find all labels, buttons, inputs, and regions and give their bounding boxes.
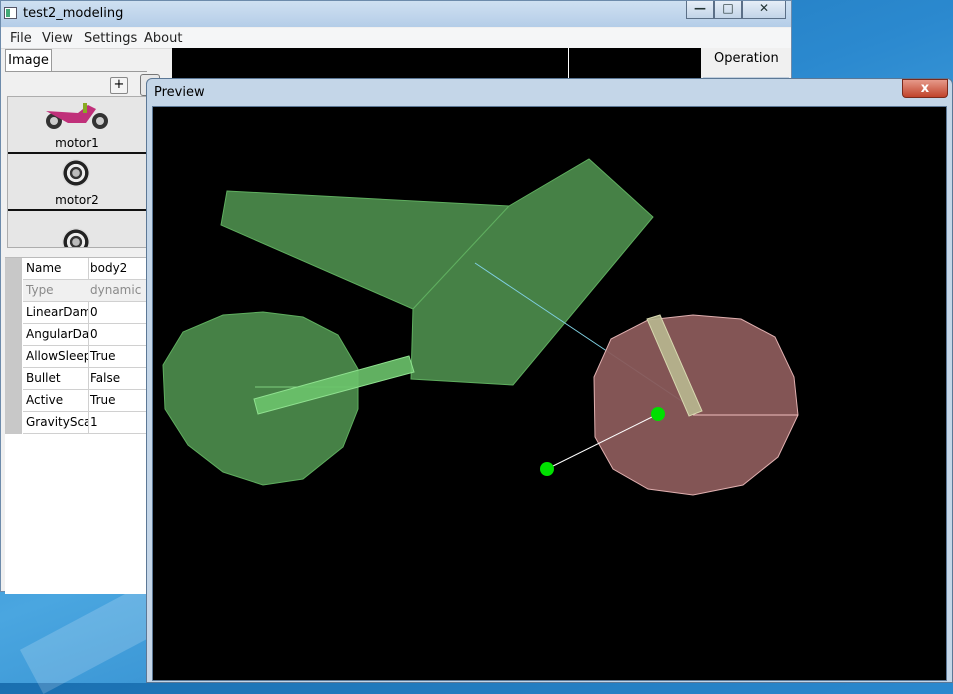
property-row[interactable]: Active True <box>5 390 150 412</box>
property-value[interactable]: 0 <box>87 302 150 324</box>
property-row[interactable]: Type dynamic <box>5 280 150 302</box>
minimize-button[interactable]: — <box>686 1 714 19</box>
image-list[interactable]: motor1 motor2 <box>7 96 147 248</box>
main-canvas[interactable] <box>172 48 702 82</box>
property-value[interactable]: True <box>87 390 150 412</box>
property-row[interactable]: Bullet False <box>5 368 150 390</box>
tab-image[interactable]: Image <box>5 49 52 72</box>
property-row[interactable]: LinearDamping0 <box>5 302 150 324</box>
property-row[interactable]: AllowSleep True <box>5 346 150 368</box>
property-value[interactable]: body2 <box>87 258 150 280</box>
menu-view[interactable]: View <box>42 31 73 46</box>
property-row[interactable]: GravityScale1 <box>5 412 150 434</box>
property-table: Namebody2 Typedynamic LinearDamping0 Ang… <box>5 257 150 594</box>
property-name: LinearDamping <box>23 302 89 324</box>
list-item-label: motor2 <box>55 193 99 207</box>
operation-label: Operation <box>714 51 779 66</box>
wheel-thumbnail-icon <box>62 159 90 187</box>
preview-canvas[interactable] <box>152 106 947 681</box>
property-value[interactable]: 0 <box>87 324 150 346</box>
preview-window: Preview x <box>146 78 953 683</box>
close-window-button[interactable]: ✕ <box>742 1 786 19</box>
list-item[interactable]: motor1 <box>8 97 146 154</box>
list-item-label: motor1 <box>55 136 99 150</box>
property-value[interactable]: 1 <box>87 412 150 434</box>
property-name: AngularDamping <box>23 324 89 346</box>
property-row[interactable]: Name body2 <box>5 258 150 280</box>
property-value[interactable]: False <box>87 368 150 390</box>
menu-bar: File View Settings About <box>1 28 791 49</box>
physics-scene <box>162 158 799 496</box>
property-name: GravityScale <box>23 412 89 434</box>
property-value[interactable]: True <box>87 346 150 368</box>
add-image-button[interactable]: + <box>110 77 128 94</box>
property-name: Name <box>23 258 89 280</box>
canvas-divider <box>568 48 569 82</box>
property-row[interactable]: AngularDamping0 <box>5 324 150 346</box>
preview-title: Preview <box>154 85 205 100</box>
property-value: dynamic <box>87 280 150 302</box>
menu-about[interactable]: About <box>144 31 182 46</box>
wheel-thumbnail-icon <box>62 228 90 247</box>
list-item[interactable]: motor2 <box>8 154 146 211</box>
joint-anchor-point <box>651 407 665 421</box>
tab-divider <box>5 71 147 72</box>
preview-close-button[interactable]: x <box>902 79 948 98</box>
maximize-button[interactable]: □ <box>714 1 742 19</box>
app-icon <box>4 7 17 19</box>
main-titlebar[interactable]: test2_modeling <box>1 1 791 27</box>
property-name: Bullet <box>23 368 89 390</box>
main-window-title: test2_modeling <box>23 6 124 21</box>
property-name: AllowSleep <box>23 346 89 368</box>
property-name: Type <box>23 280 89 302</box>
menu-file[interactable]: File <box>10 31 32 46</box>
menu-settings[interactable]: Settings <box>84 31 137 46</box>
list-item[interactable] <box>8 211 146 247</box>
motorbike-thumbnail-icon <box>46 103 108 129</box>
joint-anchor-point <box>540 462 554 476</box>
property-name: Active <box>23 390 89 412</box>
